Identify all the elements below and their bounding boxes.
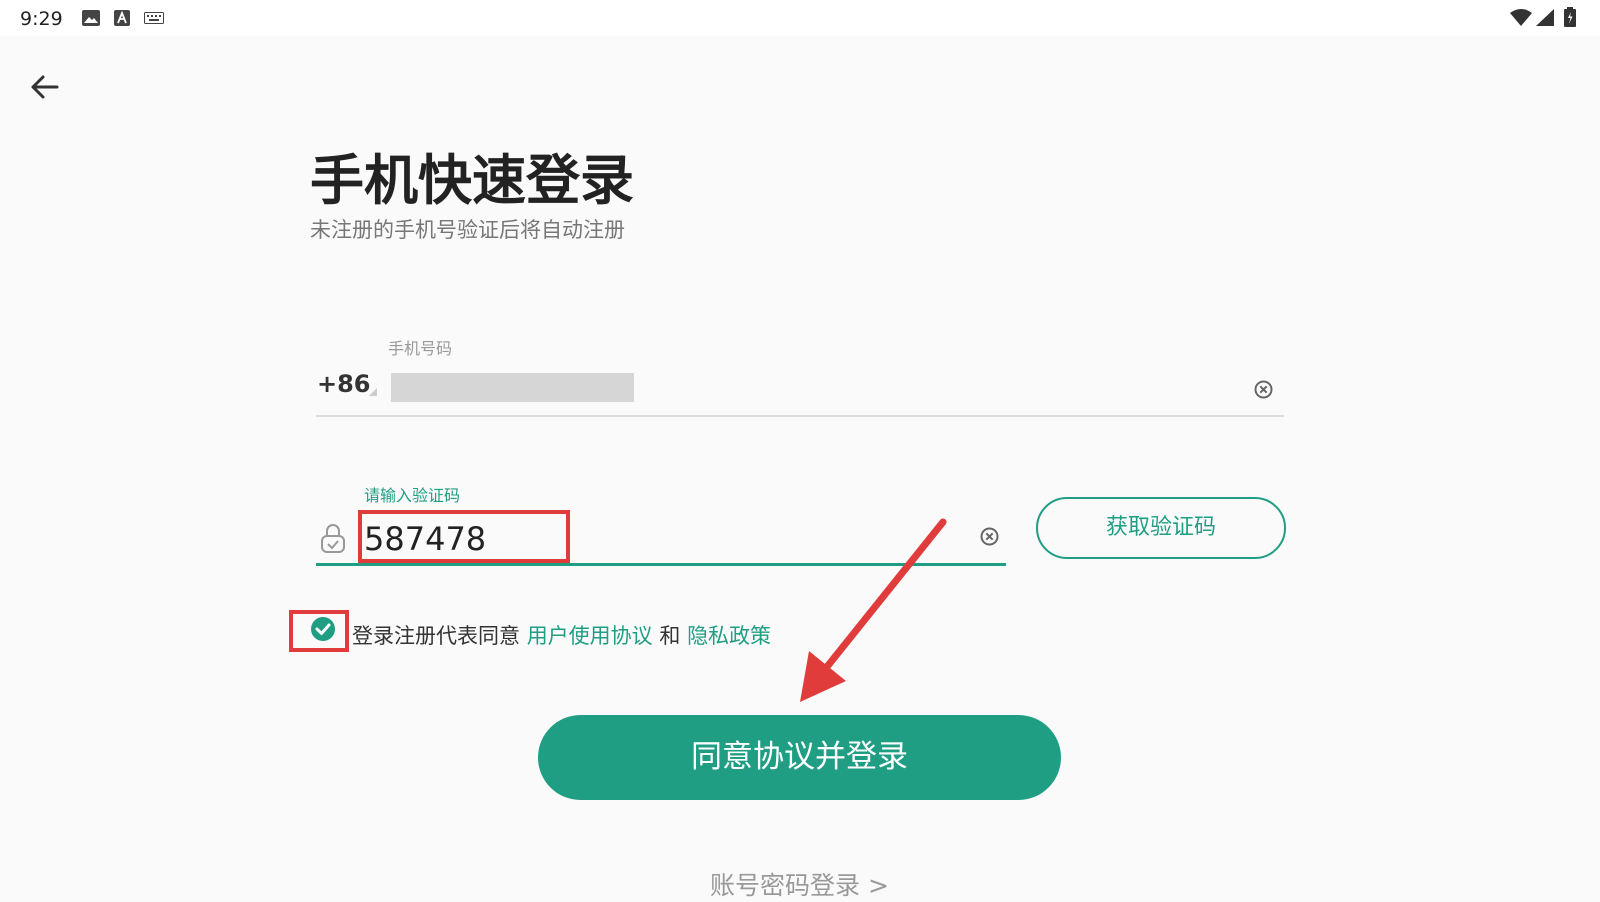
annotation-arrow-icon [800,518,947,702]
